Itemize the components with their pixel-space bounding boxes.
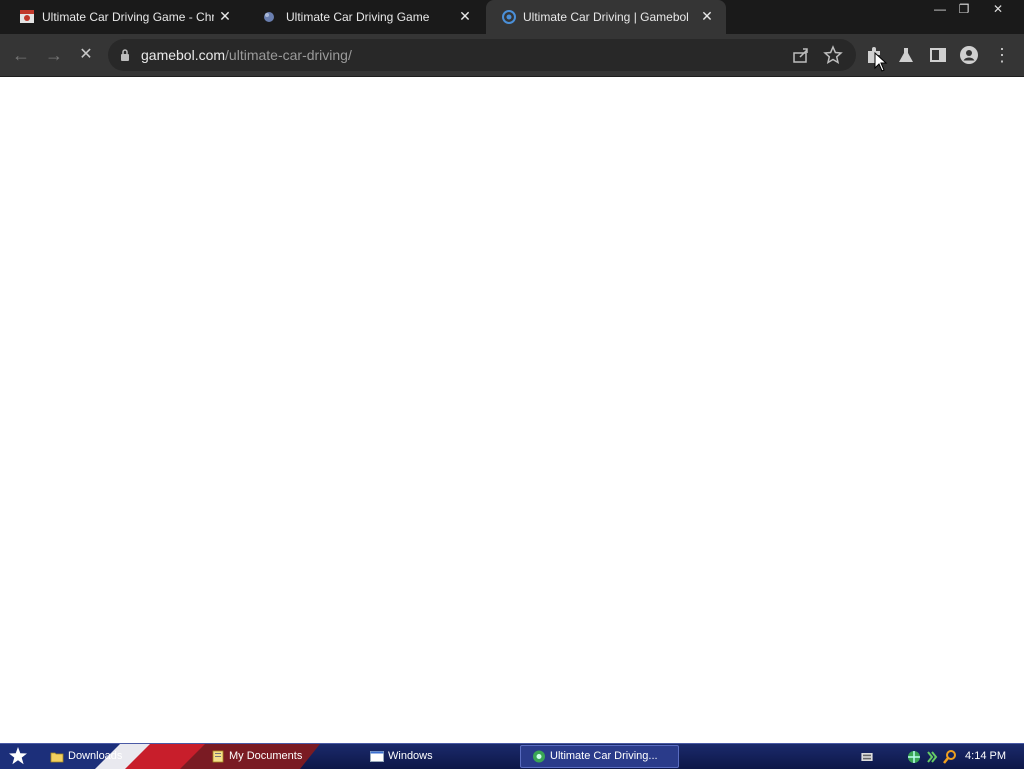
gamebol-icon: [502, 10, 516, 24]
taskbar-item-label: Ultimate Car Driving...: [550, 750, 658, 762]
browser-icon: [533, 750, 545, 763]
globe-icon: [264, 12, 274, 22]
close-tab-icon[interactable]: ✕: [218, 9, 232, 23]
bookmark-star-icon[interactable]: [823, 45, 843, 65]
url-path: /ultimate-car-driving/: [225, 47, 352, 63]
start-star-icon[interactable]: [8, 746, 28, 766]
clock[interactable]: 4:14 PM: [965, 749, 1006, 763]
system-tray: 4:14 PM: [854, 744, 1024, 769]
taskbar-item-label: Windows: [388, 750, 433, 762]
update-icon[interactable]: [924, 749, 940, 765]
labs-flask-icon[interactable]: [896, 45, 916, 65]
taskbar-item-label: My Documents: [229, 750, 303, 762]
window-icon: [370, 751, 384, 762]
tab-title: Ultimate Car Driving Game - Chrome Web S…: [42, 10, 214, 24]
browser-toolbar: ← → ✕ gamebol.com/ultimate-car-driving/ …: [0, 34, 1024, 76]
taskbar-item-label: Downloads: [68, 750, 123, 762]
chrome-menu-button[interactable]: ⋮: [991, 44, 1013, 66]
forward-button[interactable]: →: [43, 44, 65, 66]
tab-chrome-web-store[interactable]: Ultimate Car Driving Game - Chrome Web S…: [0, 0, 244, 34]
tab-ultimate-car-driving-game[interactable]: Ultimate Car Driving Game ✕: [244, 0, 484, 34]
stop-loading-button[interactable]: ✕: [75, 44, 97, 66]
address-bar[interactable]: gamebol.com/ultimate-car-driving/: [108, 39, 856, 71]
url-text: gamebol.com/ultimate-car-driving/: [141, 47, 352, 63]
chrome-web-store-icon: [20, 10, 34, 23]
folder-icon: [50, 752, 64, 763]
documents-icon: [212, 750, 224, 763]
side-panel-icon[interactable]: [928, 45, 948, 65]
close-window-button[interactable]: ✕: [984, 0, 1012, 18]
taskbar-item-browser[interactable]: Ultimate Car Driving...: [520, 745, 679, 768]
tab-title: Ultimate Car Driving Game: [286, 10, 430, 24]
keyboard-icon[interactable]: [860, 753, 874, 761]
network-icon[interactable]: [906, 749, 922, 765]
profile-avatar-icon[interactable]: [959, 45, 979, 65]
share-icon[interactable]: [791, 45, 811, 65]
page-content[interactable]: [0, 77, 1024, 743]
lock-icon: [121, 49, 129, 61]
search-icon[interactable]: [942, 749, 958, 765]
close-tab-icon[interactable]: ✕: [700, 9, 714, 23]
taskbar: Downloads My Documents Windows Ultimate …: [0, 743, 1024, 769]
restore-button[interactable]: ❐: [950, 0, 978, 18]
back-button[interactable]: ←: [10, 44, 32, 66]
tab-strip: Ultimate Car Driving Game - Chrome Web S…: [0, 0, 1024, 34]
url-host: gamebol.com: [141, 47, 226, 63]
tab-title: Ultimate Car Driving | Gamebol: [523, 10, 689, 24]
tab-gamebol[interactable]: Ultimate Car Driving | Gamebol ✕: [486, 0, 726, 34]
close-tab-icon[interactable]: ✕: [458, 9, 472, 23]
mouse-cursor-icon: [874, 52, 888, 72]
